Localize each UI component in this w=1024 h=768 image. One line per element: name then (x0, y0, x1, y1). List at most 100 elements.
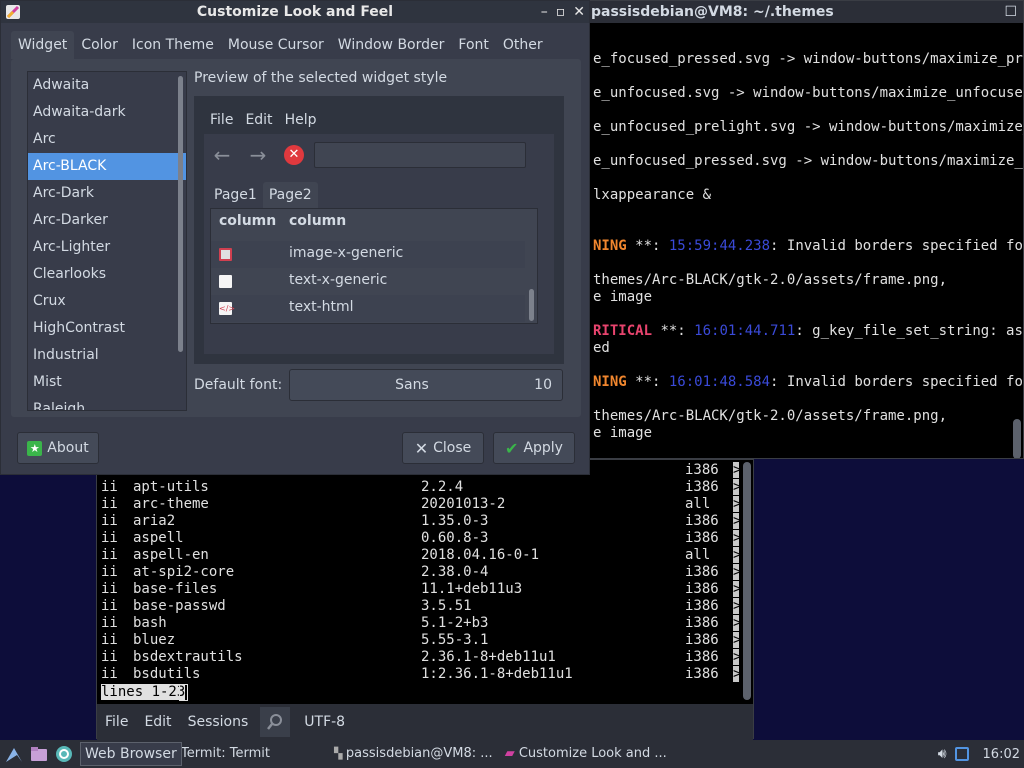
package-status: ii (101, 649, 118, 665)
package-arch: i386 (685, 581, 719, 597)
overflow-marker: > (733, 649, 739, 665)
package-status: ii (101, 615, 118, 631)
apply-button[interactable]: ✔ Apply (493, 432, 575, 464)
tree-row[interactable]: </> text-html (211, 295, 525, 322)
customize-look-and-feel-dialog[interactable]: Customize Look and Feel – ▫ ✕ Widget Col… (0, 0, 590, 475)
menu-sessions[interactable]: Sessions (180, 714, 257, 730)
theme-list-item[interactable]: Arc (28, 126, 186, 153)
theme-list-item[interactable]: Raleigh (28, 396, 186, 410)
themes-terminal-window[interactable]: passisdebian@VM8: ~/.themes ☐ e_focused_… (582, 0, 1024, 459)
preview-menubar: File Edit Help (204, 106, 554, 134)
about-button[interactable]: ★ About (17, 432, 99, 464)
dialog-tabs: Widget Color Icon Theme Mouse Cursor Win… (11, 31, 550, 59)
tree-row[interactable]: text-x-generic (211, 268, 525, 295)
package-row: ii apt-utils 2.2.4 i386 > (101, 479, 739, 496)
close-button[interactable]: ✕ Close (402, 432, 484, 464)
package-status: ii (101, 598, 118, 614)
terminal-menubar: File Edit Sessions UTF-8 (97, 704, 753, 740)
terminal-line: e_focused_pressed.svg -> window-buttons/… (593, 51, 1023, 67)
tab-mouse-cursor[interactable]: Mouse Cursor (221, 31, 331, 59)
volume-icon[interactable]: 🔊︎ (938, 746, 947, 762)
separator: **: (626, 374, 669, 390)
theme-list-scrollbar[interactable] (178, 76, 183, 352)
preview-menu-edit[interactable]: Edit (239, 112, 278, 128)
theme-list-item[interactable]: Adwaita-dark (28, 99, 186, 126)
overflow-marker: > (733, 564, 739, 580)
taskbar-task-termit[interactable]: Termit: Termit (175, 741, 276, 767)
maximize-icon[interactable]: ▫ (556, 1, 566, 23)
tree-row[interactable]: image-x-generic (211, 241, 525, 268)
terminal-scrollbar[interactable] (741, 462, 751, 700)
tab-font[interactable]: Font (451, 31, 495, 59)
preview-tab-page2[interactable]: Page2 (262, 182, 318, 208)
theme-list-item-selected[interactable]: Arc-BLACK (28, 153, 186, 180)
terminal-scrollbar[interactable] (1013, 419, 1021, 458)
package-row: ii aspell 0.60.8-3 i386 > (101, 530, 739, 547)
font-chooser-button[interactable]: Sans 10 (289, 369, 563, 401)
preview-tab-page1[interactable]: Page1 (208, 182, 263, 208)
tab-icon-theme[interactable]: Icon Theme (125, 31, 221, 59)
start-menu-icon[interactable] (3, 743, 25, 765)
terminal-titlebar[interactable]: passisdebian@VM8: ~/.themes ☐ (583, 1, 1023, 23)
theme-list-item[interactable]: Crux (28, 288, 186, 315)
overflow-marker: > (733, 462, 739, 478)
column-header[interactable]: column (289, 213, 346, 229)
tab-widget[interactable]: Widget (11, 31, 75, 59)
close-x-icon: ✕ (414, 438, 429, 458)
close-icon[interactable]: ☐ (1004, 1, 1017, 23)
tree-scrollbar[interactable] (529, 289, 534, 321)
theme-list-item[interactable]: Clearlooks (28, 261, 186, 288)
task-label: Customize Look and ... (518, 746, 667, 761)
web-browser-icon[interactable] (53, 743, 75, 765)
preview-text-entry[interactable] (314, 142, 526, 168)
theme-list-item[interactable]: Arc-Darker (28, 207, 186, 234)
preview-menu-help[interactable]: Help (279, 112, 323, 128)
checkmark-icon: ✔ (505, 438, 519, 458)
tab-color[interactable]: Color (74, 31, 125, 59)
package-version: 0.60.8-3 (421, 530, 489, 546)
overflow-marker: > (733, 530, 739, 546)
scrollbar-thumb[interactable] (743, 462, 751, 700)
package-list-terminal[interactable]: i386 > ii apt-utils 2.2.4 i386 > ii arc-theme 202… (96, 459, 754, 740)
theme-list-item[interactable]: Mist (28, 369, 186, 396)
forward-arrow-icon[interactable]: → (240, 143, 276, 167)
search-icon[interactable] (260, 707, 291, 737)
theme-list-item[interactable]: Arc-Dark (28, 180, 186, 207)
text-file-icon (219, 275, 232, 288)
stop-icon[interactable]: ✕ (284, 145, 304, 165)
column-header[interactable]: column (219, 213, 276, 229)
close-icon[interactable]: ✕ (573, 1, 585, 23)
tab-window-border[interactable]: Window Border (331, 31, 452, 59)
preview-menu-file[interactable]: File (204, 112, 239, 128)
about-label: About (47, 440, 89, 456)
encoding-label[interactable]: UTF-8 (294, 714, 355, 730)
tab-other[interactable]: Other (496, 31, 550, 59)
preview-label: Preview of the selected widget style (194, 70, 448, 86)
default-font-label: Default font: (194, 377, 283, 393)
terminal-output[interactable]: i386 > ii apt-utils 2.2.4 i386 > ii arc-theme 202… (97, 460, 739, 704)
clock[interactable]: 16:02 (983, 747, 1020, 762)
theme-list-item[interactable]: HighContrast (28, 315, 186, 342)
taskbar-task-customize[interactable]: ▰ Customize Look and ... (499, 741, 673, 767)
file-manager-icon[interactable] (28, 743, 50, 765)
close-label: Close (433, 440, 472, 456)
terminal-output[interactable]: e_focused_pressed.svg -> window-buttons/… (583, 23, 1023, 458)
terminal-line: ed (593, 340, 610, 356)
menu-edit[interactable]: Edit (136, 714, 179, 730)
menu-file[interactable]: File (97, 714, 136, 730)
taskbar-task-terminal[interactable]: ▚ passisdebian@VM8: ... (328, 741, 499, 767)
package-name: base-passwd (133, 598, 226, 614)
system-tray: 🔊︎ 16:02 (938, 740, 1024, 768)
network-icon[interactable] (954, 747, 969, 761)
package-status: ii (101, 666, 118, 682)
preview-tree-view[interactable]: column column image-x-generic text-x-gen… (210, 208, 538, 324)
minimize-icon[interactable]: – (541, 1, 548, 23)
warning-tag: NING (593, 238, 627, 254)
theme-list-item[interactable]: Adwaita (28, 72, 186, 99)
overflow-marker: > (733, 598, 739, 614)
dialog-titlebar[interactable]: Customize Look and Feel – ▫ ✕ (1, 1, 589, 23)
theme-list-item[interactable]: Arc-Lighter (28, 234, 186, 261)
theme-list-item[interactable]: Industrial (28, 342, 186, 369)
back-arrow-icon[interactable]: ← (204, 143, 240, 167)
theme-list[interactable]: Adwaita Adwaita-dark Arc Arc-BLACK Arc-D… (27, 71, 187, 411)
